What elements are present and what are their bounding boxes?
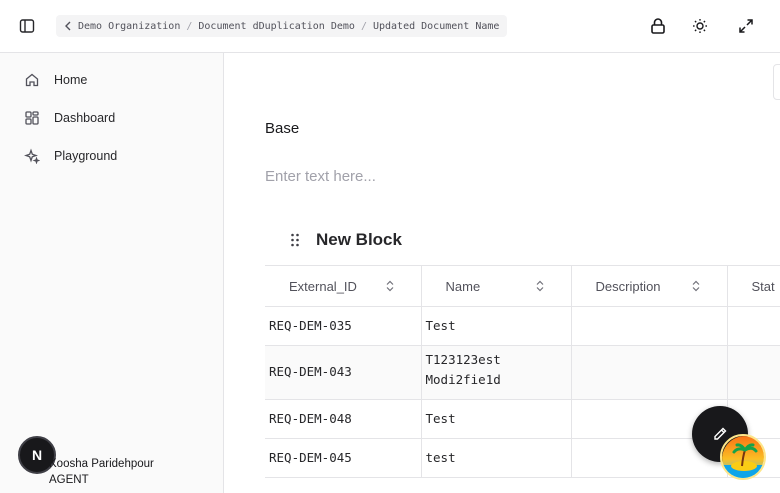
- breadcrumb-item-project[interactable]: Document dDuplication Demo: [198, 21, 355, 32]
- sun-icon[interactable]: [687, 13, 713, 39]
- breadcrumb-item-organization[interactable]: Demo Organization: [78, 21, 180, 32]
- table-row[interactable]: REQ-DEM-035 Test: [265, 306, 780, 346]
- column-header-status[interactable]: Stat: [726, 265, 780, 307]
- expand-icon[interactable]: [733, 13, 759, 39]
- cell-name[interactable]: Test: [420, 399, 572, 439]
- cell-external-id[interactable]: REQ-DEM-045: [265, 438, 422, 478]
- text-input[interactable]: [265, 168, 665, 185]
- column-header-label: Stat: [751, 278, 775, 294]
- column-header-external-id[interactable]: External_ID: [265, 265, 422, 307]
- cell-name[interactable]: Test: [420, 306, 572, 346]
- sidebar-item-playground[interactable]: Playground: [24, 144, 117, 168]
- sort-icon[interactable]: [691, 280, 701, 292]
- breadcrumb-separator: /: [360, 20, 367, 32]
- column-header-label: Name: [445, 278, 481, 294]
- section-label: Base: [265, 120, 300, 137]
- sidebar-item-dashboard[interactable]: Dashboard: [24, 106, 115, 130]
- sidebar: Home Dashboard Playground N Koosha Parid…: [0, 53, 224, 493]
- sidebar-item-label: Playground: [54, 149, 118, 163]
- sort-icon[interactable]: [535, 280, 545, 292]
- lock-icon[interactable]: [645, 13, 671, 39]
- cell-external-id[interactable]: REQ-DEM-048: [265, 399, 422, 439]
- toolbar-panel[interactable]: [773, 64, 780, 100]
- cell-status[interactable]: [726, 345, 780, 400]
- sort-icon[interactable]: [385, 280, 395, 292]
- cell-description[interactable]: [570, 345, 728, 400]
- user-role: AGENT: [49, 474, 89, 486]
- top-bar: Demo Organization / Document dDuplicatio…: [0, 0, 780, 53]
- column-header-label: External_ID: [289, 278, 357, 294]
- pencil-icon: [714, 427, 727, 440]
- sparkles-icon: [24, 148, 40, 164]
- drag-handle-icon[interactable]: [290, 233, 300, 247]
- block-title[interactable]: New Block: [316, 230, 402, 250]
- sidebar-item-label: Home: [54, 73, 88, 87]
- breadcrumb: Demo Organization / Document dDuplicatio…: [56, 15, 508, 37]
- assistant-avatar-button[interactable]: [720, 434, 766, 480]
- user-profile[interactable]: N Koosha Paridehpour AGENT: [18, 436, 154, 486]
- breadcrumb-separator: /: [186, 20, 193, 32]
- cell-status[interactable]: [726, 306, 780, 346]
- cell-external-id[interactable]: REQ-DEM-043: [265, 345, 422, 400]
- home-icon: [25, 73, 39, 87]
- sidebar-item-label: Dashboard: [54, 111, 116, 125]
- column-header-name[interactable]: Name: [420, 265, 572, 307]
- cell-external-id[interactable]: REQ-DEM-035: [265, 306, 422, 346]
- cell-name[interactable]: test: [420, 438, 572, 478]
- cell-name[interactable]: T123123est Modi2fie1d: [420, 345, 572, 400]
- block-header: New Block: [290, 230, 402, 250]
- chevron-left-icon[interactable]: [64, 21, 72, 31]
- breadcrumb-item-document[interactable]: Updated Document Name: [373, 21, 499, 32]
- table-row[interactable]: REQ-DEM-043 T123123est Modi2fie1d: [265, 345, 780, 400]
- cell-description[interactable]: [570, 306, 728, 346]
- sidebar-item-home[interactable]: Home: [24, 68, 87, 92]
- user-info: Koosha Paridehpour AGENT: [49, 456, 154, 488]
- column-header-label: Description: [595, 278, 661, 294]
- dashboard-icon: [25, 111, 39, 125]
- column-header-description[interactable]: Description: [570, 265, 728, 307]
- sidebar-toggle-icon[interactable]: [14, 13, 40, 39]
- user-name: Koosha Paridehpour: [49, 458, 154, 470]
